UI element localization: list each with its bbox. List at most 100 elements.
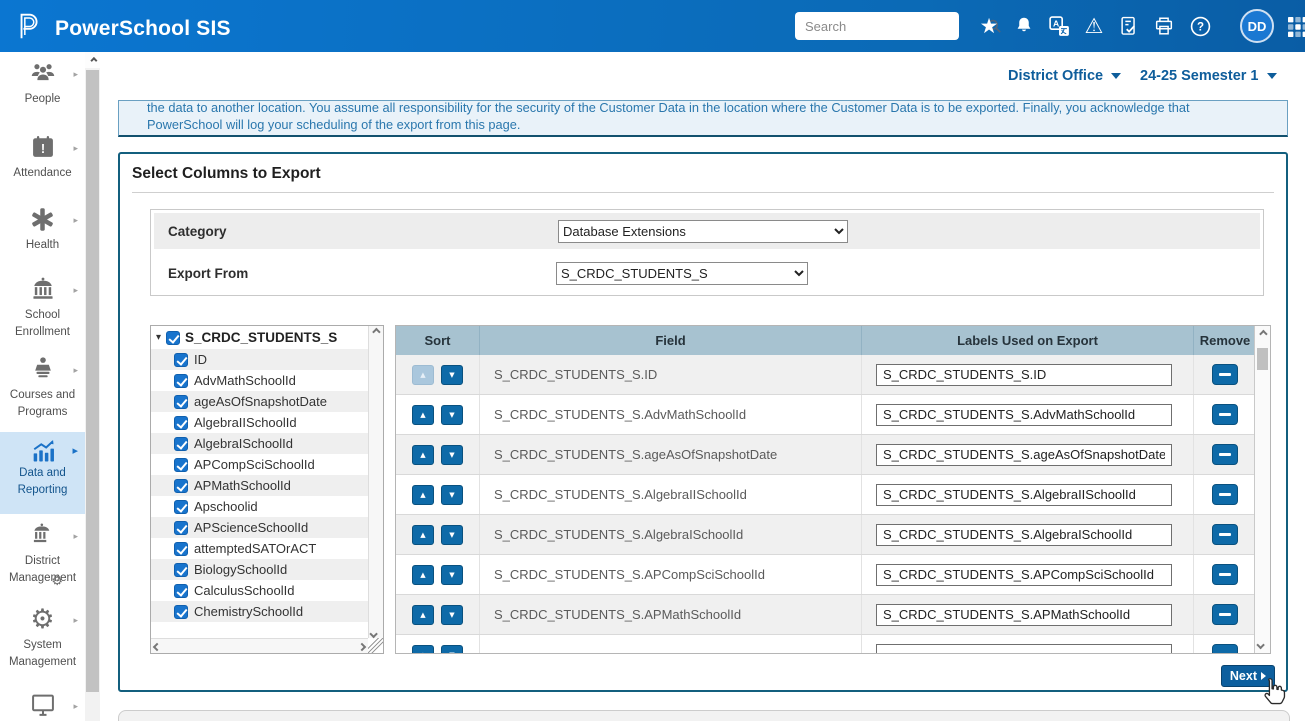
- checkbox-checked[interactable]: [174, 458, 188, 472]
- sort-up-button[interactable]: ▲: [412, 525, 434, 545]
- notifications-bell-icon[interactable]: [1011, 13, 1037, 39]
- sidebar-item-health[interactable]: ▸ Health: [0, 204, 85, 254]
- sort-down-button[interactable]: ▼: [441, 565, 463, 585]
- field-item[interactable]: attemptedSATOrACT: [151, 538, 368, 559]
- remove-button[interactable]: [1212, 444, 1238, 465]
- collapse-triangle-icon[interactable]: ▾: [156, 332, 161, 343]
- alerts-warning-icon[interactable]: ⚠: [1081, 13, 1107, 39]
- tree-root-row[interactable]: ▾ S_CRDC_STUDENTS_S: [151, 326, 368, 349]
- scroll-down-arrow[interactable]: [369, 630, 377, 638]
- field-item[interactable]: BiologySchoolId: [151, 559, 368, 580]
- export-label-input[interactable]: [876, 524, 1172, 546]
- field-item[interactable]: ageAsOfSnapshotDate: [151, 391, 368, 412]
- export-label-input[interactable]: [876, 484, 1172, 506]
- checkbox-checked[interactable]: [174, 542, 188, 556]
- scroll-left-arrow[interactable]: [153, 643, 161, 651]
- sidebar-item-people[interactable]: ▸ People: [0, 58, 85, 108]
- sidebar-item-district-management[interactable]: ⚙ ▸ District Management: [0, 520, 85, 586]
- sort-up-button[interactable]: ▲: [412, 405, 434, 425]
- field-item[interactable]: APScienceSchoolId: [151, 517, 368, 538]
- scrollbar-thumb[interactable]: [86, 70, 99, 692]
- sidebar-item-partial[interactable]: ▸: [0, 690, 85, 720]
- field-item[interactable]: ID: [151, 349, 368, 370]
- scroll-up-arrow[interactable]: [85, 52, 100, 68]
- remove-button[interactable]: [1212, 644, 1238, 653]
- checkbox-checked[interactable]: [166, 331, 180, 345]
- next-button[interactable]: Next: [1221, 665, 1275, 687]
- term-selector[interactable]: 24-25 Semester 1: [1140, 68, 1277, 84]
- remove-button[interactable]: [1212, 484, 1238, 505]
- translate-icon[interactable]: A: [1046, 13, 1072, 39]
- printer-icon[interactable]: [1151, 13, 1177, 39]
- search-input[interactable]: [795, 19, 985, 34]
- checkbox-checked[interactable]: [174, 563, 188, 577]
- field-item[interactable]: CalculusSchoolId: [151, 580, 368, 601]
- sort-up-button[interactable]: ▲: [412, 485, 434, 505]
- sidebar-item-attendance[interactable]: ! ▸ Attendance: [0, 132, 85, 182]
- export-label-input[interactable]: [876, 604, 1172, 626]
- export-label-input[interactable]: [876, 564, 1172, 586]
- sort-down-button[interactable]: ▼: [441, 605, 463, 625]
- scroll-up-arrow[interactable]: [372, 328, 380, 336]
- field-item[interactable]: AlgebraIISchoolId: [151, 412, 368, 433]
- sort-down-button[interactable]: ▼: [441, 525, 463, 545]
- remove-button[interactable]: [1212, 564, 1238, 585]
- tree-horizontal-scrollbar[interactable]: [151, 638, 368, 653]
- export-label-input[interactable]: [876, 364, 1172, 386]
- scroll-down-arrow[interactable]: [1256, 641, 1264, 649]
- sidebar-item-system-management[interactable]: ⚙ ▸ System Management: [0, 604, 85, 670]
- scroll-up-arrow[interactable]: [1259, 330, 1267, 338]
- export-from-select[interactable]: S_CRDC_STUDENTS_S: [556, 262, 808, 285]
- field-item[interactable]: Apschoolid: [151, 496, 368, 517]
- resize-handle[interactable]: [368, 638, 383, 653]
- scroll-right-arrow[interactable]: [358, 643, 366, 651]
- field-item[interactable]: AlgebraISchoolId: [151, 433, 368, 454]
- checkbox-checked[interactable]: [174, 521, 188, 535]
- field-item[interactable]: AdvMathSchoolId: [151, 370, 368, 391]
- sidebar-scrollbar[interactable]: [85, 52, 100, 721]
- report-check-icon[interactable]: [1116, 13, 1142, 39]
- sidebar-item-data-reporting[interactable]: ▸ Data and Reporting: [0, 432, 85, 514]
- export-label-input[interactable]: [876, 404, 1172, 426]
- category-select[interactable]: Database Extensions: [558, 220, 848, 243]
- tree-vertical-scrollbar[interactable]: [368, 326, 383, 638]
- table-vertical-scrollbar[interactable]: [1254, 326, 1270, 653]
- field-item[interactable]: ChemistrySchoolId: [151, 601, 368, 622]
- sort-down-button[interactable]: ▼: [441, 445, 463, 465]
- user-avatar[interactable]: DD: [1240, 9, 1274, 43]
- checkbox-checked[interactable]: [174, 584, 188, 598]
- sort-up-button[interactable]: ▲: [412, 605, 434, 625]
- checkbox-checked[interactable]: [174, 437, 188, 451]
- checkbox-checked[interactable]: [174, 479, 188, 493]
- export-label-input[interactable]: [876, 444, 1172, 466]
- sort-down-button[interactable]: ▼: [441, 645, 463, 654]
- checkbox-checked[interactable]: [174, 500, 188, 514]
- checkbox-checked[interactable]: [174, 416, 188, 430]
- sort-down-button[interactable]: ▼: [441, 405, 463, 425]
- remove-button[interactable]: [1212, 524, 1238, 545]
- sort-down-button[interactable]: ▼: [441, 485, 463, 505]
- sidebar-item-courses-programs[interactable]: ▸ Courses and Programs: [0, 354, 85, 420]
- sort-down-button[interactable]: ▼: [441, 365, 463, 385]
- help-icon[interactable]: ?: [1187, 13, 1213, 39]
- export-label-input[interactable]: [876, 644, 1172, 654]
- apps-grid-icon[interactable]: [1286, 15, 1305, 39]
- checkbox-checked[interactable]: [174, 374, 188, 388]
- field-item[interactable]: APCompSciSchoolId: [151, 454, 368, 475]
- field-item[interactable]: APMathSchoolId: [151, 475, 368, 496]
- checkbox-checked[interactable]: [174, 395, 188, 409]
- sort-up-button[interactable]: ▲: [412, 445, 434, 465]
- scrollbar-thumb[interactable]: [1257, 348, 1268, 370]
- sort-up-button[interactable]: ▲: [412, 565, 434, 585]
- sidebar-item-school-enrollment[interactable]: ▸ School Enrollment: [0, 274, 85, 340]
- sort-up-button[interactable]: ▲: [412, 645, 434, 654]
- topbar: PowerSchool SIS ★ A: [0, 0, 1305, 52]
- remove-button[interactable]: [1212, 604, 1238, 625]
- checkbox-checked[interactable]: [174, 605, 188, 619]
- remove-button[interactable]: [1212, 404, 1238, 425]
- favorites-star-icon[interactable]: ★: [976, 13, 1002, 39]
- remove-button[interactable]: [1212, 364, 1238, 385]
- checkbox-checked[interactable]: [174, 353, 188, 367]
- school-selector[interactable]: District Office: [1008, 68, 1121, 84]
- brand: PowerSchool SIS: [14, 9, 231, 48]
